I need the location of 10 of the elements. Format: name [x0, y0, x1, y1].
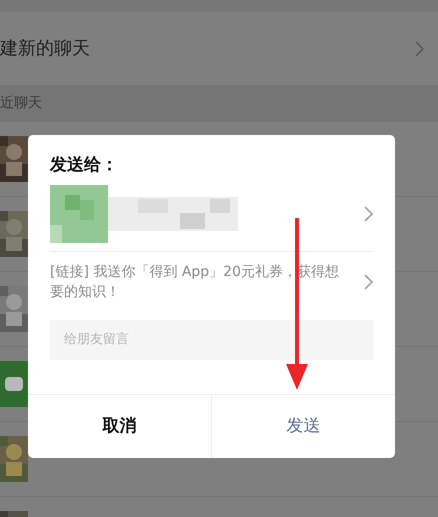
dialog-title: 发送给： — [50, 154, 119, 177]
chevron-right-icon — [364, 274, 373, 290]
new-chat-label[interactable]: 建新的聊天 — [0, 35, 90, 62]
chevron-right-icon — [364, 206, 373, 222]
folder-icon — [0, 361, 28, 407]
section-header: 近聊天 — [0, 94, 42, 113]
cancel-button[interactable]: 取消 — [28, 395, 211, 458]
comment-field[interactable]: 给朋友留言 — [50, 320, 373, 360]
send-button[interactable]: 发送 — [211, 395, 395, 458]
chevron-right-icon — [415, 40, 424, 56]
